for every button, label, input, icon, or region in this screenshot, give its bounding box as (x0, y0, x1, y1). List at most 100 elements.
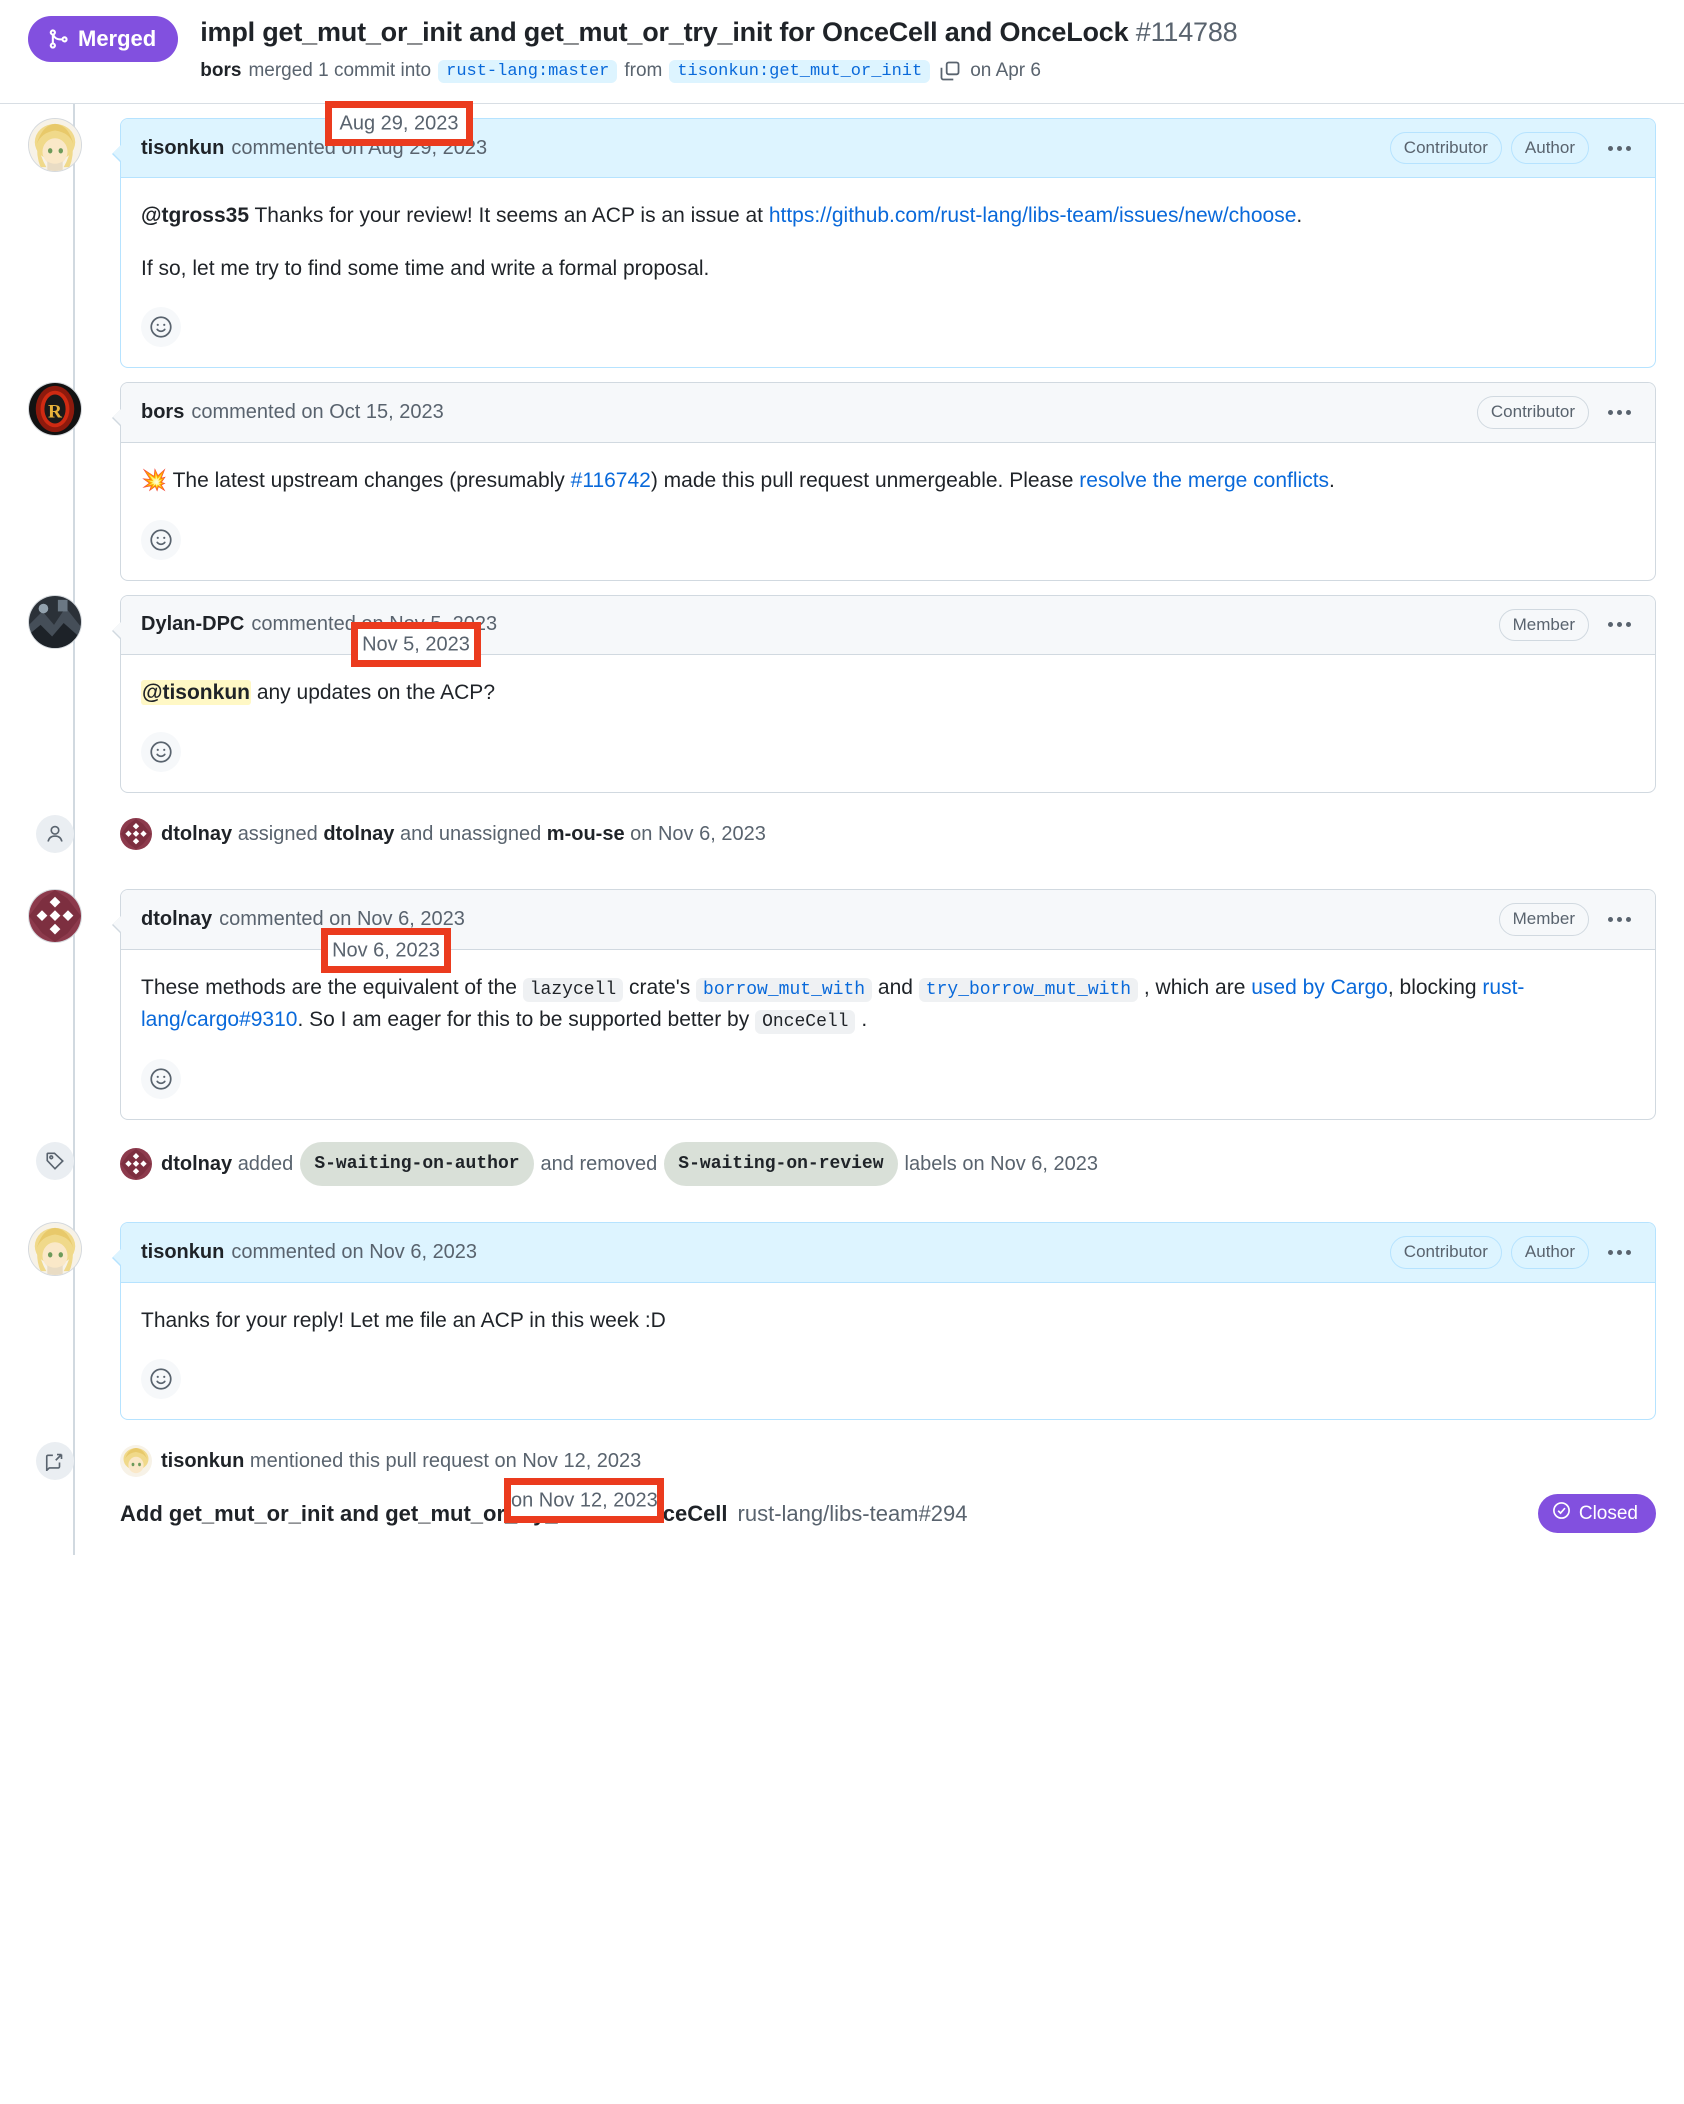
comment-options-button[interactable] (1598, 142, 1637, 155)
reaction-row (121, 1059, 1655, 1119)
smiley-reaction-icon[interactable] (141, 307, 181, 348)
avatar-tisonkun[interactable] (28, 1222, 82, 1277)
comment-date[interactable]: Nov 5, 2023 (389, 613, 497, 635)
comment-meta: commented on Oct 15, 2023 (191, 401, 443, 424)
event-target-1[interactable]: dtolnay (323, 815, 394, 853)
comment-author[interactable]: tisonkun (141, 1241, 224, 1264)
pr-header: Merged impl get_mut_or_init and get_mut_… (0, 0, 1684, 104)
comment-badges: Member (1498, 608, 1637, 642)
event-actor[interactable]: dtolnay (161, 1145, 232, 1183)
reaction-row (121, 731, 1655, 792)
from-text: from (624, 60, 663, 82)
avatar-gutter (28, 1208, 120, 1420)
cross-reference-repo[interactable]: rust-lang/libs-team#294 (738, 1501, 968, 1527)
person-icon (36, 814, 74, 853)
event-verb-2: and removed (540, 1153, 658, 1176)
tisonkun-avatar-image (29, 1223, 81, 1276)
reaction-row (121, 307, 1655, 367)
comment-meta: commented on Nov 6, 2023 (231, 1241, 477, 1264)
comment-options-button[interactable] (1598, 618, 1637, 631)
merger-name[interactable]: bors (200, 60, 241, 82)
comment-badges: Contributor Author (1389, 131, 1637, 165)
tag-icon (36, 1142, 74, 1181)
event-actor[interactable]: dtolnay (161, 815, 232, 853)
comment-body: These methods are the equivalent of the … (141, 975, 1525, 1035)
merged-date: on Apr 6 (970, 60, 1041, 82)
event-verb-2: and unassigned (400, 822, 542, 845)
pull-request-page: Merged impl get_mut_or_init and get_mut_… (0, 0, 1684, 1556)
comment-body: 💥 The latest upstream changes (presumabl… (141, 469, 1335, 493)
comment-options-button[interactable] (1598, 406, 1637, 419)
avatar-gutter (28, 581, 120, 793)
pr-title-text: impl get_mut_or_init and get_mut_or_try_… (200, 17, 1129, 47)
head-branch-chip[interactable]: tisonkun:get_mut_or_init (669, 59, 931, 83)
pr-header-texts: impl get_mut_or_init and get_mut_or_try_… (200, 14, 1238, 83)
comment-author[interactable]: Dylan-DPC (141, 613, 244, 636)
comment-date[interactable]: Aug 29, 2023 (368, 137, 487, 159)
copy-icon[interactable] (939, 60, 961, 82)
dylan-dpc-avatar-image (29, 595, 81, 648)
event-verb-1: added (237, 1153, 294, 1176)
event-content: dtolnay assigned dtolnay and unassigned … (120, 815, 1656, 853)
badge-contributor: Contributor (1476, 396, 1589, 430)
timeline-comment-row: tisonkun commented on Aug 29, 2023 Contr… (28, 104, 1656, 369)
dtolnay-avatar-image (120, 1148, 152, 1181)
git-merge-icon (47, 28, 69, 50)
avatar-dtolnay[interactable] (28, 888, 82, 943)
cross-reference-item: Add get_mut_or_init and get_mut_or_try_i… (120, 1494, 1656, 1534)
comment-author[interactable]: tisonkun (141, 137, 224, 160)
svg-text:R: R (48, 402, 63, 423)
mini-avatar-dtolnay[interactable] (120, 817, 152, 850)
status-badge-merged: Merged (28, 16, 179, 62)
avatar-bors[interactable]: R (28, 382, 82, 437)
smiley-reaction-icon[interactable] (141, 731, 181, 772)
event-date: on Nov 6, 2023 (630, 822, 766, 845)
page-title: impl get_mut_or_init and get_mut_or_try_… (200, 16, 1237, 50)
event-target-2[interactable]: m-ou-se (547, 815, 625, 853)
pr-number: #114788 (1135, 17, 1238, 47)
avatar-gutter (28, 104, 120, 369)
comment-badges: Contributor (1476, 396, 1637, 430)
timeline-comment-row: Dylan-DPC commented on Nov 5, 2023 Membe… (28, 581, 1656, 793)
comment-meta: commented on Nov 6, 2023 (219, 908, 465, 931)
pr-merge-summary: bors merged 1 commit into rust-lang:mast… (200, 59, 1237, 83)
status-badge-closed: Closed (1537, 1494, 1656, 1534)
tisonkun-avatar-image (29, 118, 81, 171)
label-removed[interactable]: S-waiting-on-review (664, 1142, 898, 1187)
comment-author[interactable]: bors (141, 401, 184, 424)
comment-date[interactable]: Nov 6, 2023 (369, 1241, 477, 1263)
timeline-comment-row: dtolnay commented on Nov 6, 2023 Member … (28, 875, 1656, 1121)
tisonkun-avatar-image (120, 1445, 152, 1478)
event-actor[interactable]: tisonkun (161, 1442, 244, 1480)
avatar-tisonkun[interactable] (28, 117, 82, 172)
badge-author: Author (1510, 1236, 1589, 1269)
dtolnay-avatar-image (120, 817, 152, 850)
comment-options-button[interactable] (1598, 1246, 1637, 1259)
smiley-reaction-icon[interactable] (141, 1359, 181, 1400)
commented-text: commented on (219, 907, 352, 930)
commented-text: commented on (191, 401, 324, 424)
cross-reference-title[interactable]: Add get_mut_or_init and get_mut_or_try_i… (120, 1501, 728, 1527)
status-badge-closed-label: Closed (1578, 1502, 1638, 1524)
comment-body: @tgross35 Thanks for your review! It see… (141, 204, 1303, 280)
avatar-dylan-dpc[interactable] (28, 594, 82, 649)
mini-avatar-dtolnay[interactable] (120, 1148, 152, 1181)
badge-contributor: Contributor (1389, 1236, 1502, 1269)
comment-date[interactable]: Nov 6, 2023 (357, 908, 465, 930)
label-added[interactable]: S-waiting-on-author (300, 1142, 534, 1187)
comment-author[interactable]: dtolnay (141, 908, 212, 931)
comment-meta: commented on Aug 29, 2023 (231, 137, 487, 160)
comment-badges: Contributor Author (1389, 1236, 1637, 1269)
base-branch-chip[interactable]: rust-lang:master (438, 59, 618, 83)
mini-avatar-tisonkun[interactable] (120, 1445, 152, 1478)
smiley-reaction-icon[interactable] (141, 519, 181, 560)
smiley-reaction-icon[interactable] (141, 1059, 181, 1100)
comment-date[interactable]: Oct 15, 2023 (329, 401, 444, 423)
event-content: dtolnay added S-waiting-on-author and re… (120, 1142, 1656, 1187)
event-line: dtolnay added S-waiting-on-author and re… (120, 1142, 1656, 1187)
comment-options-button[interactable] (1598, 913, 1637, 926)
merged-text: merged 1 commit into (248, 60, 432, 82)
timeline-event-assigned: dtolnay assigned dtolnay and unassigned … (28, 793, 1656, 875)
event-date: on Nov 12, 2023 (494, 1450, 642, 1473)
status-badge-label: Merged (78, 26, 157, 51)
